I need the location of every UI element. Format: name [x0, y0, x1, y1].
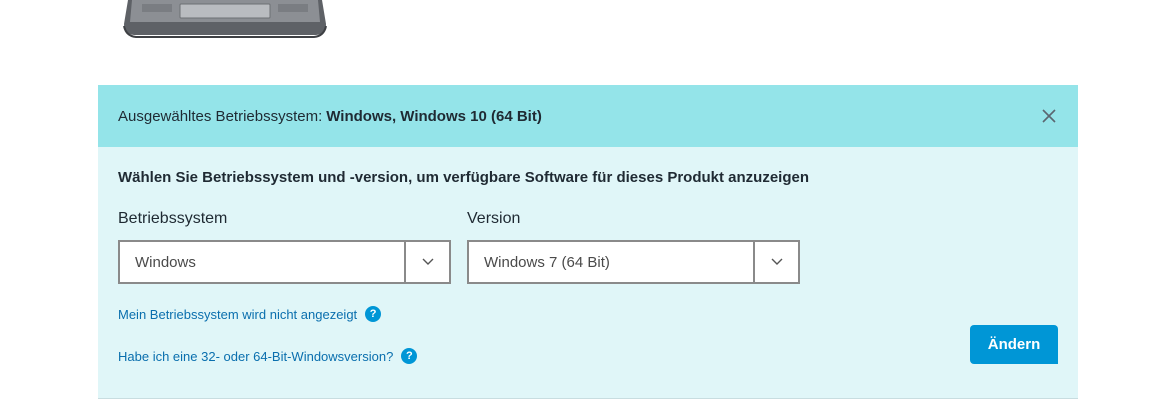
version-select[interactable]: Windows 7 (64 Bit): [467, 240, 800, 284]
os-instruction-text: Wählen Sie Betriebssystem und -version, …: [118, 169, 810, 186]
selected-os-prefix: Ausgewähltes Betriebssystem:: [118, 107, 323, 125]
product-laptop-image: [123, 0, 327, 38]
os-select[interactable]: Windows: [118, 240, 451, 284]
change-button[interactable]: Ändern: [970, 325, 1058, 364]
os-selection-panel: Ausgewähltes Betriebssystem: Windows, Wi…: [98, 85, 1078, 399]
os-not-listed-link-text[interactable]: Mein Betriebssystem wird nicht angezeigt: [118, 307, 357, 322]
selected-os-banner: Ausgewähltes Betriebssystem: Windows, Wi…: [98, 85, 1078, 147]
bit-version-link[interactable]: Habe ich eine 32- oder 64-Bit-Windowsver…: [118, 348, 418, 364]
version-select-label: Version: [467, 210, 521, 227]
chevron-down-icon[interactable]: [753, 242, 798, 282]
selected-os-value: Windows, Windows 10 (64 Bit): [326, 107, 542, 125]
os-not-listed-link[interactable]: Mein Betriebssystem wird nicht angezeigt…: [118, 306, 382, 322]
version-select-value: Windows 7 (64 Bit): [484, 253, 610, 271]
os-select-value: Windows: [135, 253, 196, 271]
os-select-label: Betriebssystem: [118, 210, 228, 227]
help-icon[interactable]: ?: [401, 348, 418, 364]
bit-version-link-text[interactable]: Habe ich eine 32- oder 64-Bit-Windowsver…: [118, 349, 393, 364]
help-icon[interactable]: ?: [365, 306, 382, 322]
close-icon[interactable]: [1040, 107, 1058, 125]
chevron-down-icon[interactable]: [404, 242, 449, 282]
